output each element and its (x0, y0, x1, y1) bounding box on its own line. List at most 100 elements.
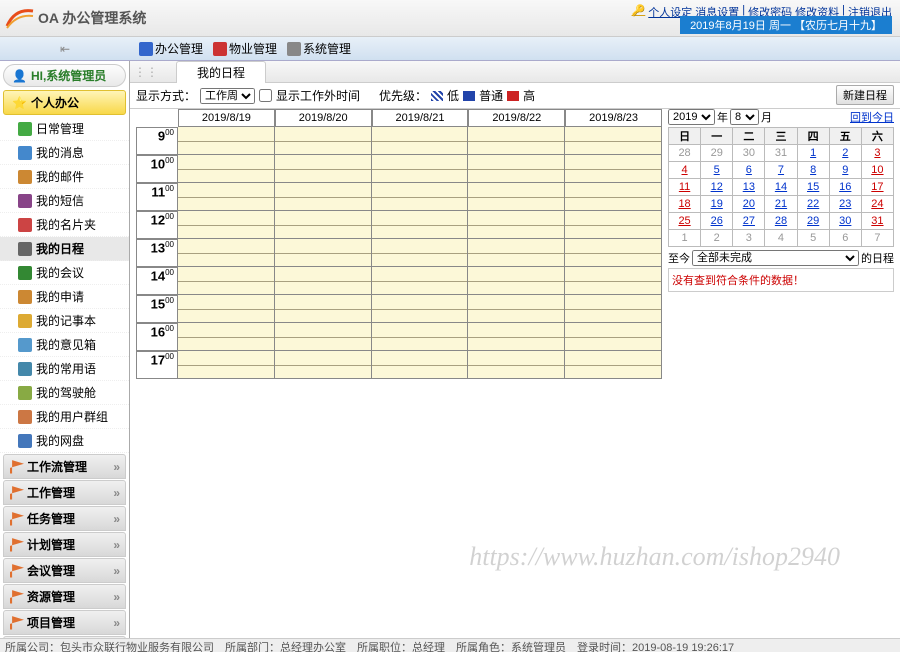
calendar-cell[interactable] (372, 323, 469, 351)
mini-cal-day[interactable]: 30 (829, 213, 861, 230)
sidebar-toggle[interactable]: ⇤ (0, 37, 130, 61)
mini-cal-day[interactable]: 24 (861, 196, 893, 213)
mini-cal-day[interactable]: 17 (861, 179, 893, 196)
calendar-cell[interactable] (565, 267, 662, 295)
mini-cal-day[interactable]: 3 (861, 145, 893, 162)
calendar-cell[interactable] (178, 351, 275, 379)
calendar-cell[interactable] (178, 267, 275, 295)
sidebar-group-3[interactable]: 计划管理» (3, 532, 126, 557)
calendar-cell[interactable] (565, 295, 662, 323)
calendar-cell[interactable] (275, 295, 372, 323)
sidebar-item-1[interactable]: 我的消息 (0, 141, 129, 165)
sidebar-group-2[interactable]: 任务管理» (3, 506, 126, 531)
calendar-cell[interactable] (468, 267, 565, 295)
calendar-cell[interactable] (178, 323, 275, 351)
mini-cal-day[interactable]: 30 (733, 145, 765, 162)
display-mode-select[interactable]: 工作周 (200, 88, 255, 104)
month-select[interactable]: 8 (730, 109, 759, 125)
filter-select[interactable]: 全部未完成 (692, 250, 859, 266)
calendar-cell[interactable] (372, 239, 469, 267)
year-select[interactable]: 2019 (668, 109, 715, 125)
mini-cal-day[interactable]: 26 (701, 213, 733, 230)
sidebar-item-9[interactable]: 我的意见箱 (0, 333, 129, 357)
sidebar-item-13[interactable]: 我的网盘 (0, 429, 129, 453)
calendar-cell[interactable] (178, 127, 275, 155)
mini-cal-day[interactable]: 1 (797, 145, 829, 162)
sidebar-group-5[interactable]: 资源管理» (3, 584, 126, 609)
new-schedule-button[interactable]: 新建日程 (836, 85, 894, 105)
calendar-cell[interactable] (565, 239, 662, 267)
calendar-cell[interactable] (468, 211, 565, 239)
sidebar-item-6[interactable]: 我的会议 (0, 261, 129, 285)
mini-cal-day[interactable]: 28 (765, 213, 797, 230)
sidebar-item-4[interactable]: 我的名片夹 (0, 213, 129, 237)
back-to-today-link[interactable]: 回到今日 (850, 109, 894, 125)
calendar-cell[interactable] (468, 183, 565, 211)
calendar-cell[interactable] (275, 155, 372, 183)
calendar-cell[interactable] (275, 323, 372, 351)
calendar-cell[interactable] (275, 127, 372, 155)
mini-cal-day[interactable]: 9 (829, 162, 861, 179)
calendar-cell[interactable] (372, 155, 469, 183)
mini-cal-day[interactable]: 29 (797, 213, 829, 230)
mini-cal-day[interactable]: 5 (797, 230, 829, 247)
sidebar-group-0[interactable]: 工作流管理» (3, 454, 126, 479)
calendar-cell[interactable] (178, 295, 275, 323)
mini-cal-day[interactable]: 7 (861, 230, 893, 247)
mini-cal-day[interactable]: 16 (829, 179, 861, 196)
calendar-cell[interactable] (468, 155, 565, 183)
mini-cal-day[interactable]: 11 (669, 179, 701, 196)
mini-cal-day[interactable]: 4 (669, 162, 701, 179)
calendar-cell[interactable] (372, 183, 469, 211)
mini-cal-day[interactable]: 15 (797, 179, 829, 196)
mini-cal-day[interactable]: 25 (669, 213, 701, 230)
mini-cal-day[interactable]: 22 (797, 196, 829, 213)
mini-cal-day[interactable]: 13 (733, 179, 765, 196)
tab-my-schedule[interactable]: 我的日程 (176, 61, 266, 83)
mini-cal-day[interactable]: 10 (861, 162, 893, 179)
calendar-cell[interactable] (275, 267, 372, 295)
calendar-cell[interactable] (565, 155, 662, 183)
sidebar-group-4[interactable]: 会议管理» (3, 558, 126, 583)
mini-cal-day[interactable]: 29 (701, 145, 733, 162)
show-outside-checkbox[interactable] (259, 89, 272, 102)
sidebar-item-5[interactable]: 我的日程 (0, 237, 129, 261)
mini-cal-day[interactable]: 4 (765, 230, 797, 247)
calendar-cell[interactable] (372, 295, 469, 323)
calendar-cell[interactable] (565, 211, 662, 239)
calendar-cell[interactable] (178, 211, 275, 239)
calendar-cell[interactable] (275, 239, 372, 267)
sidebar-group-6[interactable]: 项目管理» (3, 610, 126, 635)
sidebar-item-2[interactable]: 我的邮件 (0, 165, 129, 189)
mini-cal-day[interactable]: 31 (861, 213, 893, 230)
mini-cal-day[interactable]: 5 (701, 162, 733, 179)
mini-cal-day[interactable]: 6 (733, 162, 765, 179)
sidebar-item-11[interactable]: 我的驾驶舱 (0, 381, 129, 405)
sidebar-item-7[interactable]: 我的申请 (0, 285, 129, 309)
mini-cal-day[interactable]: 27 (733, 213, 765, 230)
mini-cal-day[interactable]: 2 (829, 145, 861, 162)
sidebar-group-1[interactable]: 工作管理» (3, 480, 126, 505)
calendar-cell[interactable] (178, 155, 275, 183)
calendar-cell[interactable] (275, 351, 372, 379)
mini-cal-day[interactable]: 2 (701, 230, 733, 247)
topnav-item-1[interactable]: 物业管理 (208, 40, 282, 57)
calendar-cell[interactable] (468, 239, 565, 267)
mini-cal-day[interactable]: 12 (701, 179, 733, 196)
calendar-cell[interactable] (565, 323, 662, 351)
sidebar-item-10[interactable]: 我的常用语 (0, 357, 129, 381)
topnav-item-0[interactable]: 办公管理 (134, 40, 208, 57)
mini-cal-day[interactable]: 28 (669, 145, 701, 162)
mini-cal-day[interactable]: 23 (829, 196, 861, 213)
sidebar-group-7[interactable]: 人事管理» (3, 636, 126, 638)
topnav-item-2[interactable]: 系统管理 (282, 40, 356, 57)
sidebar-item-8[interactable]: 我的记事本 (0, 309, 129, 333)
calendar-cell[interactable] (565, 351, 662, 379)
sidebar-item-12[interactable]: 我的用户群组 (0, 405, 129, 429)
calendar-cell[interactable] (372, 351, 469, 379)
mini-cal-day[interactable]: 1 (669, 230, 701, 247)
calendar-cell[interactable] (178, 239, 275, 267)
calendar-cell[interactable] (275, 211, 372, 239)
mini-cal-day[interactable]: 8 (797, 162, 829, 179)
calendar-cell[interactable] (565, 127, 662, 155)
